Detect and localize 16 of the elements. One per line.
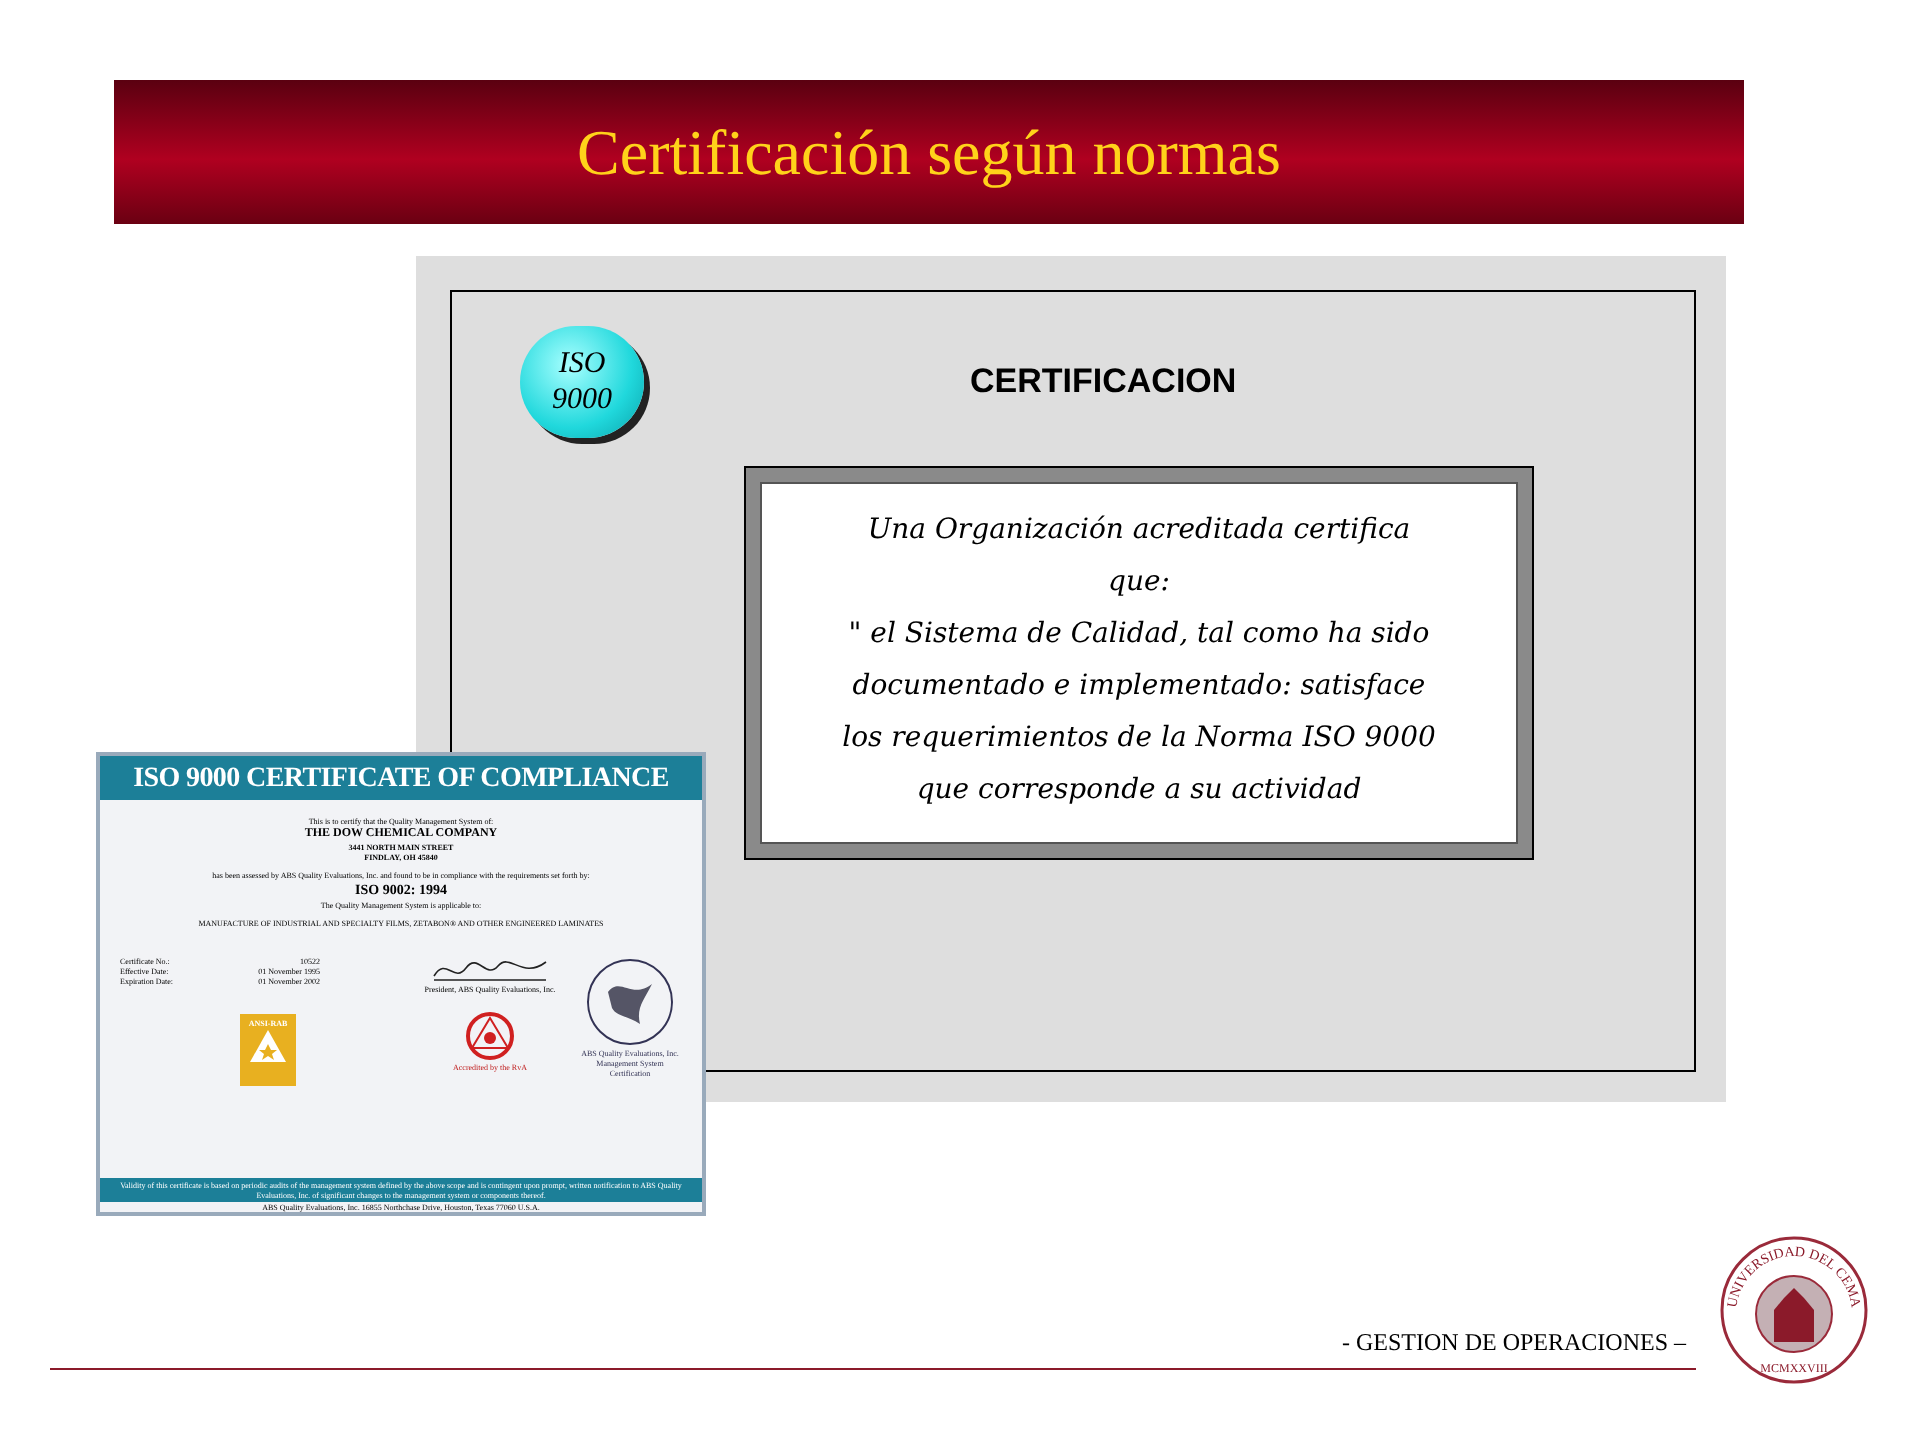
eagle-seal-icon xyxy=(584,956,676,1048)
badge-text: 9000 xyxy=(552,382,612,418)
accreditation-logo-icon xyxy=(464,1010,516,1062)
slide-title: Certificación según normas xyxy=(577,114,1281,192)
quote-line: que: xyxy=(1108,564,1170,602)
quote-line: los requerimientos de la Norma ISO 9000 xyxy=(842,720,1436,758)
quote-line: Una Organización acreditada certifica xyxy=(867,512,1411,550)
badge-text: ISO xyxy=(558,346,606,382)
signature-drawing xyxy=(430,956,550,984)
quote-line: que corresponde a su actividad xyxy=(916,772,1362,810)
section-heading: CERTIFICACION xyxy=(970,360,1237,405)
quote-line: documentado e implementado: satisface xyxy=(852,668,1426,706)
quote-line: " el Sistema de Calidad, tal como ha sido xyxy=(848,616,1430,654)
footer-text: - GESTION DE OPERACIONES – xyxy=(1342,1326,1686,1360)
triangle-star-icon xyxy=(248,1028,288,1064)
certificate-header: ISO 9000 CERTIFICATE OF COMPLIANCE xyxy=(100,756,702,800)
